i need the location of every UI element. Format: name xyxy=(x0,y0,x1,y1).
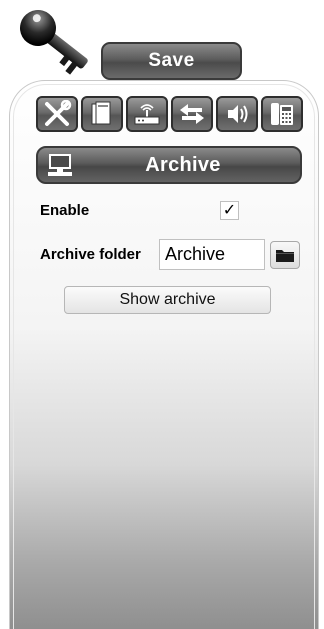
toolbar-button-desk-phone[interactable] xyxy=(261,96,303,132)
computer-icon xyxy=(48,154,72,176)
network-icon xyxy=(134,104,160,125)
toolbar-button-pages[interactable] xyxy=(81,96,123,132)
enable-label: Enable xyxy=(40,202,90,219)
enable-checkbox[interactable]: ✓ xyxy=(220,201,239,220)
toolbar-button-network[interactable] xyxy=(126,96,168,132)
key-icon xyxy=(20,10,88,75)
desk-phone-icon xyxy=(271,103,293,125)
archive-folder-input[interactable] xyxy=(159,239,265,270)
folder-icon xyxy=(276,250,294,262)
tools-icon xyxy=(45,100,72,126)
toolbar-button-transfer[interactable] xyxy=(171,96,213,132)
section-title: Archive xyxy=(145,153,221,176)
section-header: Archive xyxy=(36,146,302,184)
audio-phone-icon xyxy=(228,105,248,123)
save-button[interactable]: Save xyxy=(101,42,242,80)
toolbar-button-audio[interactable] xyxy=(216,96,258,132)
show-archive-button[interactable]: Show archive xyxy=(64,286,271,314)
pages-icon xyxy=(91,101,111,125)
toolbar-button-tools[interactable] xyxy=(36,96,78,132)
archive-folder-label: Archive folder xyxy=(40,246,141,263)
transfer-arrows-icon xyxy=(180,104,204,124)
browse-folder-button[interactable] xyxy=(270,241,300,269)
toolbar xyxy=(36,96,303,132)
